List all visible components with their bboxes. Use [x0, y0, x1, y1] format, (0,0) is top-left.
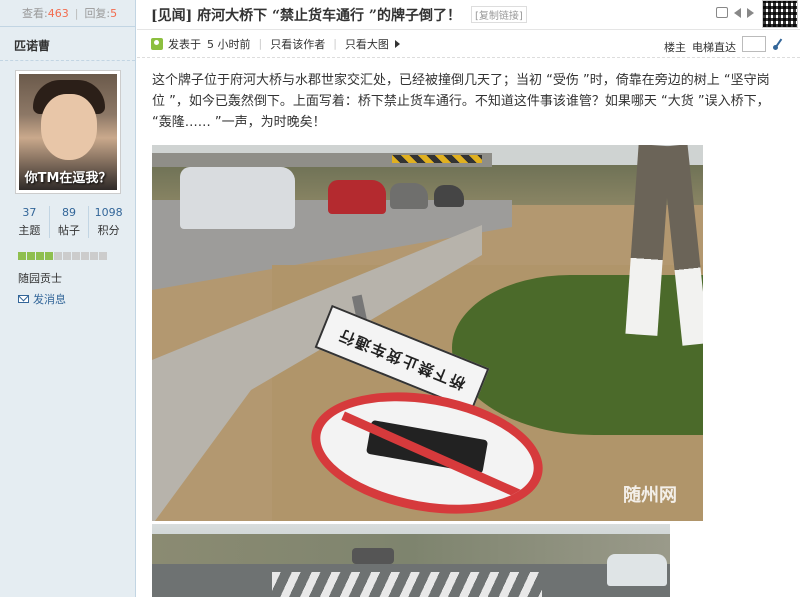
- send-message-link[interactable]: 发消息: [18, 291, 66, 307]
- only-author-link[interactable]: 只看该作者: [270, 36, 325, 52]
- big-image-link[interactable]: 只看大图: [345, 36, 389, 52]
- posted-time: 5 小时前: [207, 37, 251, 51]
- author-sidebar: 查看: 463 | 回复: 5 匹诺曹 你TM在逗我？ 37 主题 89 帖子 …: [0, 0, 136, 597]
- count-threads-label: 主题: [18, 224, 41, 237]
- elevator-label: 电梯直达: [692, 41, 736, 54]
- count-posts-label: 帖子: [58, 224, 80, 237]
- avatar[interactable]: 你TM在逗我？: [15, 70, 121, 194]
- count-credits-num: 1098: [94, 206, 123, 219]
- count-credits[interactable]: 1098 积分: [89, 206, 128, 238]
- thread-title-row: [见闻] 府河大桥下 “禁止货车通行 ”的牌子倒了！ [复制链接]: [137, 0, 800, 30]
- views-label: 查看:: [22, 7, 48, 20]
- user-group: 随园贡士: [18, 272, 62, 285]
- author-name[interactable]: 匹诺曹: [0, 27, 135, 61]
- user-counts: 37 主题 89 帖子 1098 积分: [10, 206, 128, 238]
- avatar-face: [41, 94, 97, 160]
- post-photo-2[interactable]: [152, 524, 670, 597]
- thread-tools: [716, 7, 754, 18]
- photo-watermark: 随州网: [623, 485, 677, 506]
- avatar-image: 你TM在逗我？: [19, 74, 117, 190]
- photo-car-white: [180, 167, 295, 229]
- replies-label: 回复:: [84, 7, 111, 20]
- posted-label: 发表于: [168, 37, 201, 51]
- photo-trees: [152, 534, 670, 564]
- chevron-right-icon: [394, 39, 400, 48]
- thread-stats: 查看: 463 | 回复: 5: [0, 0, 135, 27]
- floor-label: 楼主: [664, 41, 686, 54]
- stats-divider: |: [74, 6, 79, 20]
- next-thread-icon[interactable]: [747, 8, 754, 18]
- meta-divider: |: [258, 37, 263, 50]
- count-threads-num: 37: [22, 206, 37, 219]
- copy-link-button[interactable]: [复制链接]: [470, 6, 527, 23]
- level-bar: [18, 252, 107, 260]
- count-posts[interactable]: 89 帖子: [50, 206, 90, 238]
- photo-car-white: [607, 554, 667, 586]
- photo-car-red: [328, 180, 386, 214]
- photo-crosswalk: [272, 572, 542, 597]
- photo-car-dark: [352, 548, 394, 564]
- elevator-input[interactable]: [742, 36, 766, 52]
- truck-icon: [366, 419, 489, 474]
- mail-icon: [18, 295, 29, 303]
- count-posts-num: 89: [62, 206, 76, 219]
- replies-count: 5: [110, 6, 118, 20]
- qr-code-icon[interactable]: [762, 0, 798, 28]
- elevator-go-icon[interactable]: [772, 38, 784, 50]
- post-main: [见闻] 府河大桥下 “禁止货车通行 ”的牌子倒了！ [复制链接] 发表于 5 …: [137, 0, 800, 597]
- send-message-label: 发消息: [33, 293, 66, 306]
- prohibition-slash: [341, 411, 525, 500]
- meta-divider: |: [333, 37, 337, 50]
- photo-car-grey: [390, 183, 428, 209]
- views-count: 463: [47, 6, 69, 20]
- photo-bridge-stripe: [392, 155, 482, 163]
- post-photo-1[interactable]: 桥下禁止货车通行 随州网: [152, 145, 703, 521]
- prev-thread-icon[interactable]: [734, 8, 741, 18]
- avatar-caption: 你TM在逗我？: [24, 171, 112, 186]
- photo-car-dark: [434, 185, 464, 207]
- post-body-text: 这个牌子位于府河大桥与水郡世家交汇处，已经被撞倒几天了；当初 “受伤 ”时，倚靠…: [152, 73, 770, 130]
- online-status-icon: [151, 37, 163, 50]
- count-credits-label: 积分: [97, 224, 120, 237]
- count-threads[interactable]: 37 主题: [10, 206, 50, 238]
- print-icon[interactable]: [716, 7, 728, 18]
- thread-title: [见闻] 府河大桥下 “禁止货车通行 ”的牌子倒了！: [151, 7, 461, 24]
